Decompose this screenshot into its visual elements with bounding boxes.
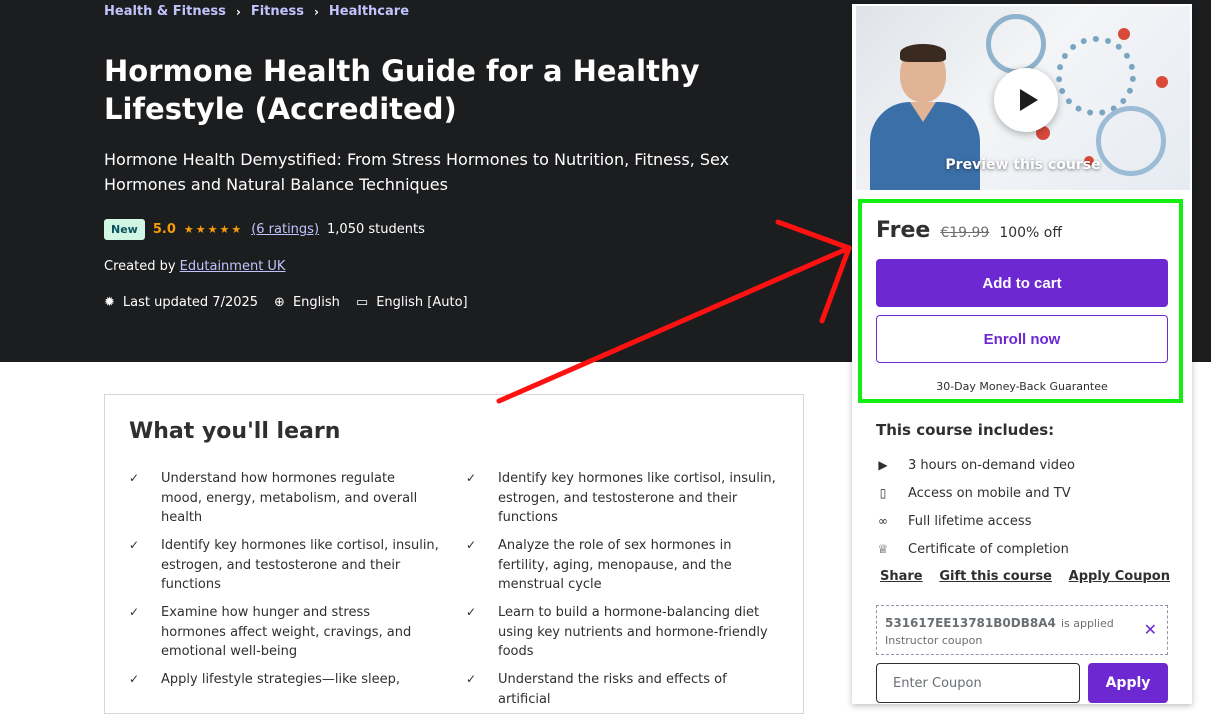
include-text: Full lifetime access (908, 513, 1032, 529)
learn-text: Identify key hormones like cortisol, ins… (498, 471, 776, 525)
captions-icon: ▭ (355, 295, 369, 310)
molecule-atom (1118, 28, 1130, 40)
breadcrumb-item-health-fitness[interactable]: Health & Fitness (104, 4, 226, 19)
alert-badge-icon: ✹ (104, 295, 115, 310)
close-icon[interactable]: ✕ (1144, 620, 1157, 639)
captions-text: English [Auto] (376, 295, 468, 310)
learn-text: Learn to build a hormone-balancing diet … (498, 605, 768, 659)
breadcrumb-item-fitness[interactable]: Fitness (251, 4, 304, 19)
language-text: English (292, 295, 340, 310)
list-item: ✓ Apply lifestyle strategies—like sleep, (129, 670, 439, 690)
created-by: Created by Edutainment UK (104, 259, 285, 274)
gift-course-link[interactable]: Gift this course (939, 569, 1052, 584)
molecule-ring (986, 14, 1046, 74)
what-you-learn-title: What you'll learn (129, 419, 341, 444)
rating-row: New 5.0 ★★★★★ (6 ratings) 1,050 students (104, 219, 425, 240)
highlight-box (858, 199, 1183, 403)
list-item: ✓ Examine how hunger and stress hormones … (129, 603, 439, 663)
list-item: ✓ Learn to build a hormone-balancing diet… (466, 603, 776, 663)
check-icon: ✓ (466, 471, 477, 485)
coupon-type: Instructor coupon (885, 634, 983, 647)
learn-text: Understand the risks and effects of arti… (498, 672, 727, 707)
includes-title: This course includes: (876, 421, 1055, 439)
molecule-ring (1056, 36, 1136, 116)
rating-value: 5.0 (152, 222, 176, 237)
share-link[interactable]: Share (880, 569, 923, 584)
last-updated-text: Last updated 7/2025 (122, 295, 259, 310)
list-item: ♕ Certificate of completion (876, 535, 1075, 563)
learn-text: Identify key hormones like cortisol, ins… (161, 538, 439, 592)
learn-text: Examine how hunger and stress hormones a… (161, 605, 412, 659)
chevron-right-icon: › (235, 4, 241, 19)
check-icon: ✓ (466, 605, 477, 619)
check-icon: ✓ (466, 672, 477, 686)
check-icon: ✓ (129, 538, 140, 552)
language: ⊕ English (274, 295, 340, 310)
coupon-applied-text: is applied (1060, 617, 1114, 630)
include-text: 3 hours on-demand video (908, 457, 1075, 473)
learn-text: Analyze the role of sex hormones in fert… (498, 538, 732, 592)
list-item: ▶ 3 hours on-demand video (876, 451, 1075, 479)
student-count: 1,050 students (327, 222, 425, 237)
breadcrumb-item-healthcare[interactable]: Healthcare (329, 4, 409, 19)
chevron-right-icon: › (313, 4, 319, 19)
globe-icon: ⊕ (274, 295, 285, 310)
video-icon: ▶ (878, 458, 888, 472)
check-icon: ✓ (466, 538, 477, 552)
course-preview[interactable]: Preview this course (856, 6, 1190, 190)
trophy-icon: ♕ (877, 542, 889, 556)
check-icon: ✓ (129, 605, 140, 619)
mobile-icon: ▯ (879, 486, 887, 500)
apply-coupon-link[interactable]: Apply Coupon (1069, 569, 1170, 584)
list-item: ▯ Access on mobile and TV (876, 479, 1075, 507)
includes-list: ▶ 3 hours on-demand video ▯ Access on mobi… (876, 451, 1075, 563)
list-item: ✓ Understand the risks and effects of art… (466, 670, 776, 709)
coupon-code: 531617EE13781B0DB8A4 (885, 616, 1056, 630)
coupon-input[interactable]: Enter Coupon (876, 663, 1080, 703)
list-item: ✓ Analyze the role of sex hormones in fer… (466, 536, 776, 596)
learn-text: Apply lifestyle strategies—like sleep, (161, 672, 401, 687)
course-meta: ✹ Last updated 7/2025 ⊕ English ▭ Englis… (104, 295, 468, 310)
list-item: ✓ Identify key hormones like cortisol, in… (129, 536, 439, 596)
what-you-learn-box: What you'll learn ✓ Understand how hormon… (104, 394, 804, 714)
captions: ▭ English [Auto] (356, 295, 468, 310)
breadcrumb: Health & Fitness › Fitness › Healthcare (104, 4, 409, 19)
check-icon: ✓ (129, 471, 140, 485)
check-icon: ✓ (129, 672, 140, 686)
star-rating-icon: ★★★★★ (183, 223, 244, 236)
include-text: Access on mobile and TV (908, 485, 1071, 501)
created-by-label: Created by (104, 259, 176, 274)
learn-column-right: ✓ Identify key hormones like cortisol, in… (466, 469, 776, 716)
infinity-icon: ∞ (878, 514, 888, 528)
list-item: ∞ Full lifetime access (876, 507, 1075, 535)
learn-text: Understand how hormones regulate mood, e… (161, 471, 418, 525)
list-item: ✓ Identify key hormones like cortisol, in… (466, 469, 776, 529)
preview-label: Preview this course (945, 157, 1101, 173)
last-updated: ✹ Last updated 7/2025 (104, 295, 258, 310)
new-badge: New (104, 219, 145, 240)
course-subtitle: Hormone Health Demystified: From Stress … (104, 150, 730, 194)
course-title: Hormone Health Guide for a Healthy Lifes… (104, 54, 700, 126)
list-item: ✓ Understand how hormones regulate mood, … (129, 469, 439, 529)
sidebar-links: Share Gift this course Apply Coupon (880, 569, 1170, 584)
apply-coupon-button[interactable]: Apply (1088, 663, 1168, 703)
include-text: Certificate of completion (908, 541, 1069, 557)
instructor-link[interactable]: Edutainment UK (180, 259, 286, 274)
applied-coupon: 531617EE13781B0DB8A4 is applied Instruct… (876, 605, 1168, 655)
play-icon[interactable] (994, 68, 1058, 132)
ratings-count-link[interactable]: (6 ratings) (251, 222, 319, 237)
molecule-atom (1156, 76, 1168, 88)
learn-column-left: ✓ Understand how hormones regulate mood, … (129, 469, 439, 697)
